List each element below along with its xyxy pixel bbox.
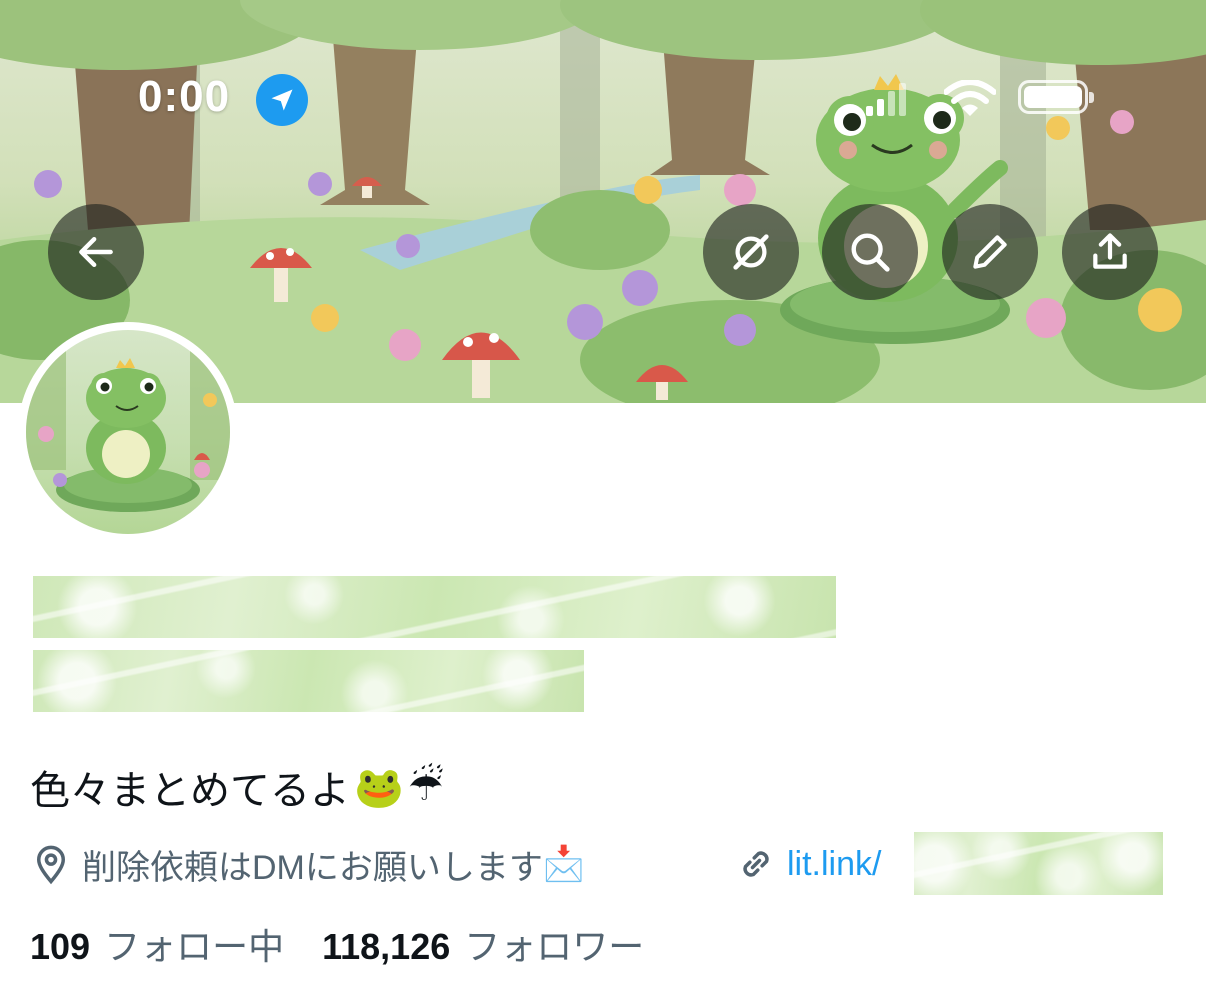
profile-location: 削除依頼はDMにお願いします 📩 (30, 840, 585, 888)
avatar[interactable] (18, 322, 238, 542)
followers-count[interactable]: 118,126 (322, 926, 450, 968)
handle-redacted (33, 650, 584, 712)
followers-label[interactable]: フォロワー (464, 918, 644, 970)
location-text: 削除依頼はDMにお願いします (82, 848, 543, 887)
umbrella-emoji: ☔ (407, 765, 444, 809)
following-label[interactable]: フォロー中 (104, 918, 284, 970)
link-text[interactable]: lit.link/ (787, 845, 881, 884)
edit-button[interactable] (942, 204, 1038, 300)
search-icon (851, 233, 890, 272)
pencil-icon (973, 235, 1007, 269)
status-time: 0:00 (138, 72, 231, 121)
link-icon (743, 851, 769, 877)
frog-avatar-image (26, 330, 230, 512)
share-button[interactable] (1062, 204, 1158, 300)
following-count[interactable]: 109 (30, 926, 90, 968)
cellular-signal-icon (866, 82, 910, 121)
envelope-emoji: 📩 (542, 845, 586, 883)
grok-button[interactable] (703, 204, 799, 300)
display-name-redacted (33, 576, 836, 638)
search-button[interactable] (822, 204, 918, 300)
link-redacted (914, 832, 1163, 895)
follow-stats: 109 フォロー中 118,126 フォロワー (30, 918, 644, 970)
wifi-icon (943, 79, 997, 123)
location-arrow-icon (256, 74, 308, 126)
back-arrow-icon (79, 236, 113, 268)
location-pin-icon (36, 845, 66, 885)
profile-bio: 色々まとめてるよ 🐸 ☔ (30, 758, 444, 816)
bio-text: 色々まとめてるよ (30, 769, 350, 813)
share-icon (1093, 233, 1127, 269)
frog-emoji: 🐸 (354, 765, 404, 810)
profile-link[interactable]: lit.link/ (735, 840, 881, 888)
battery-icon (1018, 80, 1094, 114)
grok-icon (733, 234, 769, 270)
back-button[interactable] (48, 204, 144, 300)
